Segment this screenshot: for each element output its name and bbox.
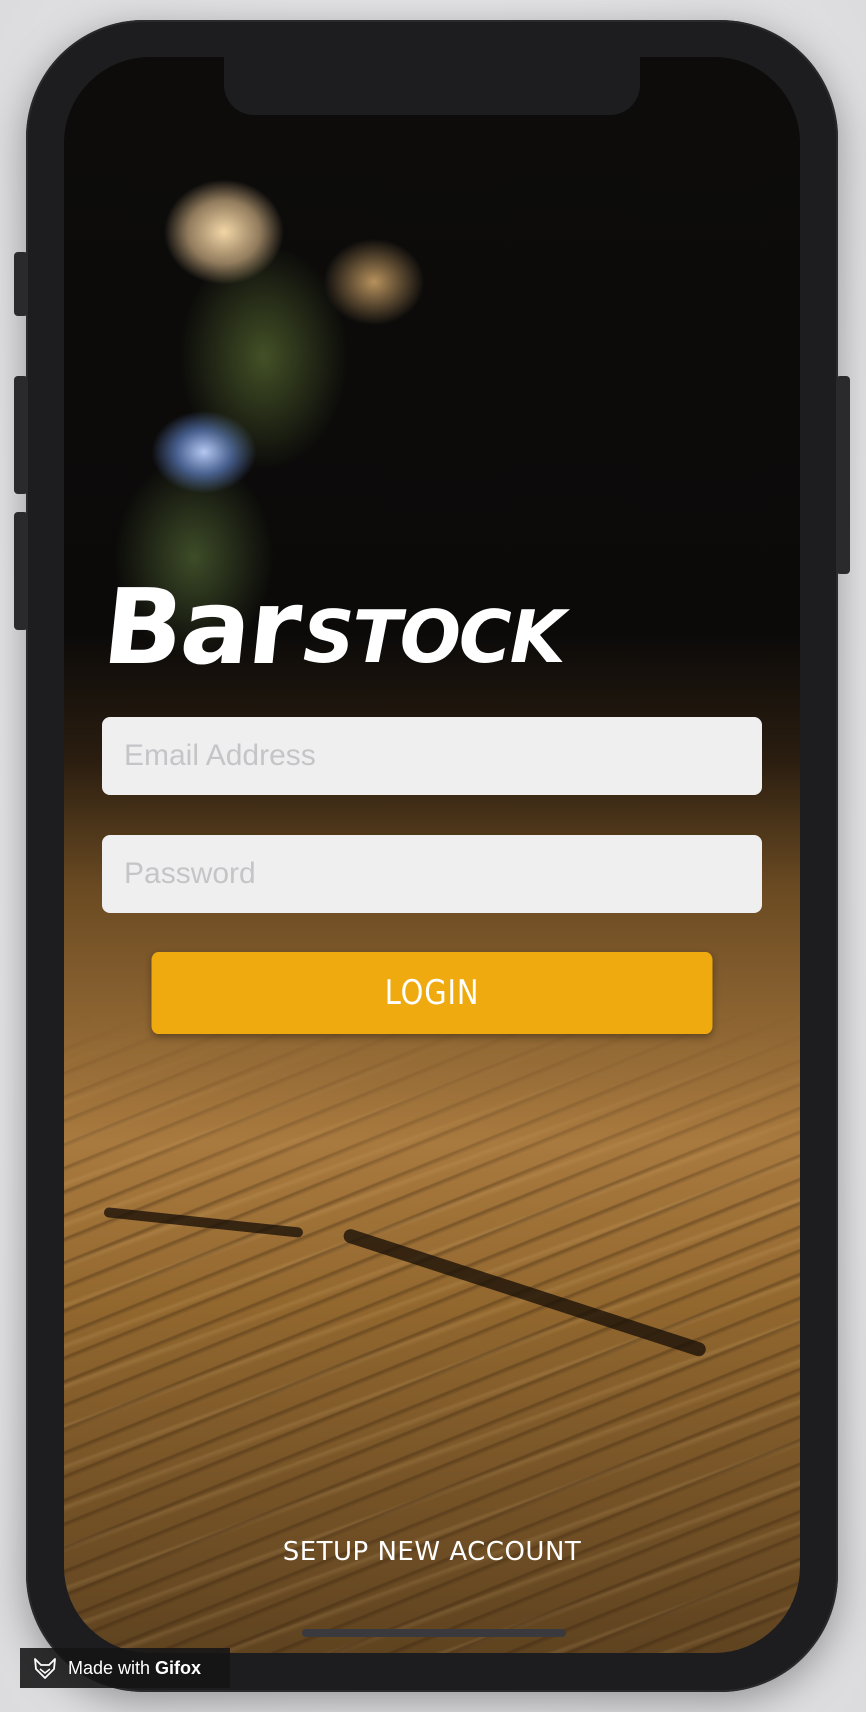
login-button[interactable]: LOGIN <box>151 952 713 1034</box>
watermark-prefix: Made with <box>68 1657 151 1678</box>
app-logo: Bar STOCK <box>98 566 566 688</box>
fox-icon <box>34 1658 56 1679</box>
password-field[interactable] <box>102 835 762 913</box>
gifox-watermark: Made with Gifox <box>20 1648 230 1688</box>
watermark-brand: Gifox <box>155 1657 202 1678</box>
home-indicator <box>302 1629 566 1637</box>
power-button <box>836 376 850 574</box>
mute-switch <box>14 252 28 316</box>
logo-primary-text: Bar <box>97 566 306 688</box>
email-field[interactable] <box>102 717 762 795</box>
volume-up-button <box>14 376 28 494</box>
device-frame-page: Bar STOCK LOGIN SETUP NEW ACCOUNT Made w… <box>0 0 866 1712</box>
password-input[interactable] <box>122 856 742 892</box>
setup-new-account-link[interactable]: SETUP NEW ACCOUNT <box>64 1537 800 1567</box>
notch <box>224 57 640 115</box>
volume-down-button <box>14 512 28 630</box>
app-screen: Bar STOCK LOGIN SETUP NEW ACCOUNT <box>64 57 800 1653</box>
logo-secondary-text: STOCK <box>302 595 566 679</box>
email-input[interactable] <box>122 738 742 774</box>
